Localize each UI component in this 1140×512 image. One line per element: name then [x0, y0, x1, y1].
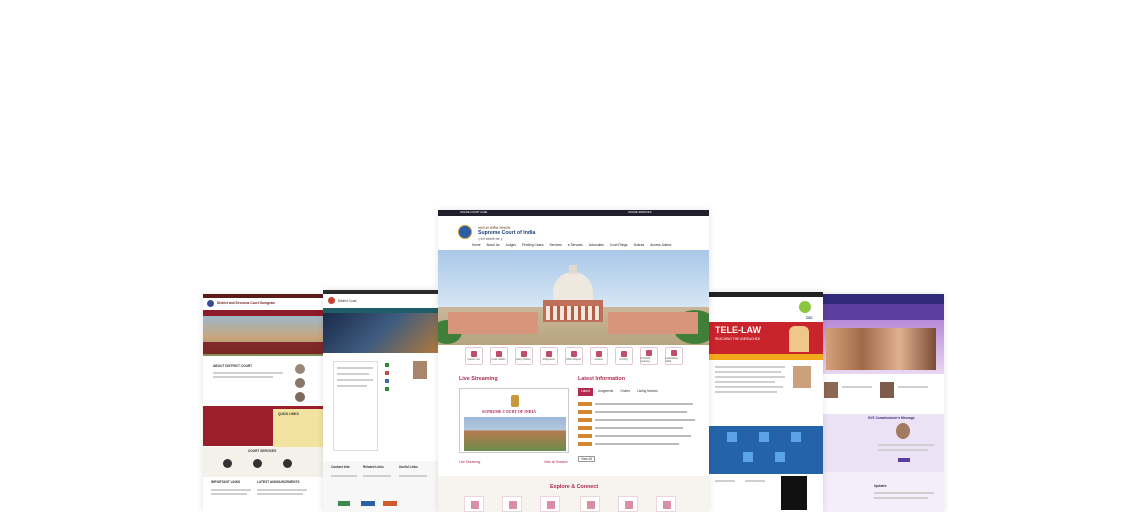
contact-heading: Contact Info	[331, 465, 350, 469]
tile-label: Daily Orders	[516, 358, 531, 361]
news-item[interactable]	[578, 434, 696, 439]
nav-item[interactable]: Judges	[506, 243, 516, 247]
nav-item[interactable]: Advocates	[589, 243, 604, 247]
view-streams-link[interactable]: View all Streams	[544, 460, 568, 464]
tile-label: e-Filing	[619, 358, 628, 361]
news-item[interactable]	[578, 418, 696, 423]
explore-heading: Explore & Connect	[550, 484, 599, 490]
website-preview-district-court[interactable]: District and Sessions Court Gurugram ABO…	[203, 294, 323, 512]
announcements-heading: LATEST ANNOUNCEMENTS	[257, 480, 300, 484]
utility-left-text: ONLINE COURT CASE	[460, 211, 488, 214]
hero-image	[438, 250, 709, 345]
csc-logo: CSC	[806, 316, 813, 320]
explore-tile[interactable]	[540, 496, 560, 512]
website-preview-district-site[interactable]: District Court Contact Info Related Link…	[323, 290, 438, 512]
website-preview-kvs[interactable]: KVS Commissioner's Message Updates	[818, 294, 944, 512]
nav-item[interactable]: Services	[550, 243, 562, 247]
explore-tile[interactable]	[464, 496, 484, 512]
court-logo-icon	[511, 395, 519, 407]
court-emblem-icon	[458, 225, 472, 239]
showcase-stage: District and Sessions Court Gurugram ABO…	[0, 0, 1140, 512]
tile-label: Judgments	[542, 358, 555, 361]
tile-label: Physical Hearing	[640, 356, 651, 363]
explore-tile[interactable]	[656, 496, 676, 512]
nav-item[interactable]: e-Services	[568, 243, 583, 247]
banner-title: TELE-LAW	[715, 325, 761, 335]
latest-info-heading: Latest Information	[578, 376, 626, 382]
tile-label: Cause List	[467, 358, 480, 361]
nav-item[interactable]: Home	[472, 243, 481, 247]
important-links-heading: IMPORTANT LINKS	[211, 480, 241, 484]
physical-hearing-tile[interactable]: Physical Hearing	[639, 347, 658, 365]
about-heading: ABOUT DISTRICT COURT	[213, 364, 253, 368]
view-all-button[interactable]: View All	[578, 456, 596, 462]
nav-item[interactable]: About Us	[487, 243, 500, 247]
quick-links-row: Cause List Case Status Daily Orders Judg…	[438, 345, 709, 367]
news-item[interactable]	[578, 410, 696, 415]
nav-item[interactable]: Pending Cases	[522, 243, 544, 247]
tab-latest[interactable]: Latest	[578, 388, 593, 396]
nav-item[interactable]: Access Justice	[650, 243, 671, 247]
main-nav: Home About Us Judges Pending Cases Servi…	[438, 241, 709, 249]
judgments-tile[interactable]: Judgments	[539, 347, 558, 365]
site-title: District and Sessions Court Gurugram	[217, 301, 276, 305]
tab-listing[interactable]: Listing Notices	[635, 388, 660, 396]
news-item[interactable]	[578, 426, 696, 431]
live-stream-player[interactable]: SUPREME COURT OF INDIA	[459, 388, 569, 453]
caveat-tile[interactable]: Caveat	[589, 347, 608, 365]
quick-links-heading: QUICK LINKS	[278, 412, 299, 416]
video-caption: SUPREME COURT OF INDIA	[482, 409, 536, 414]
message-heading: KVS Commissioner's Message	[868, 416, 915, 420]
services-heading: COURT SERVICES	[248, 449, 277, 453]
explore-tile[interactable]	[618, 496, 638, 512]
website-preview-supreme-court[interactable]: ONLINE COURT CASE ONLINE SERVICES भारत क…	[438, 210, 709, 512]
news-item[interactable]	[578, 402, 696, 407]
useful-heading: Useful Links	[399, 465, 418, 469]
tab-judgments[interactable]: Judgments	[596, 388, 616, 396]
explore-tile[interactable]	[580, 496, 600, 512]
tile-label: Office Report	[565, 358, 582, 361]
website-preview-tele-law[interactable]: CSC TELE-LAW REACHING THE UNREACHED	[709, 292, 823, 512]
latest-tabs: Latest Judgments Orders Listing Notices	[578, 388, 696, 396]
site-header: भारत का सर्वोच्च न्यायालय Supreme Court …	[438, 216, 709, 241]
tile-label: Hackathon 2024	[665, 356, 678, 363]
explore-tile[interactable]	[502, 496, 522, 512]
nav-item[interactable]: Notices	[634, 243, 645, 247]
cause-list-tile[interactable]: Cause List	[464, 347, 483, 365]
tile-label: Case Status	[491, 358, 506, 361]
hackathon-tile[interactable]: Hackathon 2024	[664, 347, 683, 365]
case-status-tile[interactable]: Case Status	[489, 347, 508, 365]
live-streaming-link[interactable]: Live Streaming	[459, 460, 480, 464]
office-report-tile[interactable]: Office Report	[564, 347, 583, 365]
nav-item[interactable]: Court Filings	[610, 243, 628, 247]
site-title: Supreme Court of India	[478, 230, 536, 236]
e-filing-tile[interactable]: e-Filing	[614, 347, 633, 365]
live-streaming-heading: Live Streaming	[459, 376, 498, 382]
banner-subtitle: REACHING THE UNREACHED	[715, 337, 761, 341]
court-building-image	[464, 417, 566, 451]
utility-right-text: ONLINE SERVICES	[628, 211, 652, 214]
news-item[interactable]	[578, 442, 696, 447]
related-heading: Related Links	[363, 465, 384, 469]
updates-heading: Updates	[874, 484, 887, 488]
tab-orders[interactable]: Orders	[618, 388, 632, 396]
daily-orders-tile[interactable]: Daily Orders	[514, 347, 533, 365]
tile-label: Caveat	[594, 358, 603, 361]
site-title: District Court	[338, 299, 357, 303]
